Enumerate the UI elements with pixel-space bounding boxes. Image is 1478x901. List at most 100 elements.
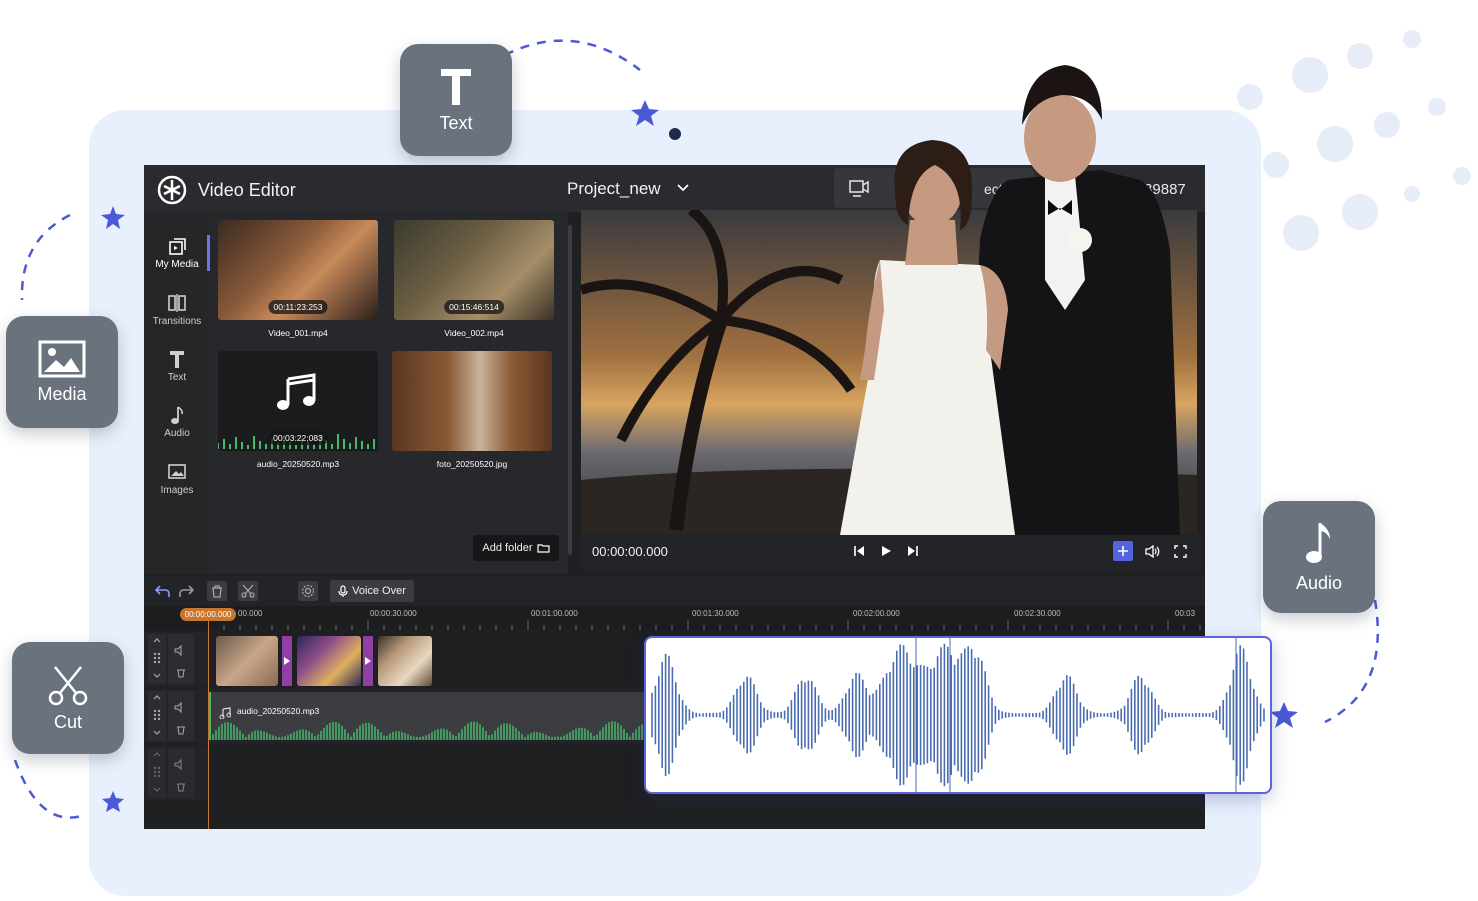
- star-icon: [102, 791, 124, 812]
- video-thumbnail: 00:15:46:514: [394, 220, 554, 320]
- sidebar-item-audio[interactable]: Audio: [144, 405, 210, 439]
- microphone-icon: [338, 584, 348, 597]
- sidebar-item-label: Text: [167, 372, 187, 383]
- track-controls: [148, 748, 194, 798]
- sidebar: My Media Transitions Text Audio Images: [144, 212, 210, 574]
- ruler-ticks: [208, 620, 1201, 630]
- previous-frame-icon[interactable]: [853, 545, 865, 557]
- ruler-label: 00:01:30.000: [692, 609, 739, 618]
- sidebar-item-images[interactable]: Images: [144, 462, 210, 496]
- music-note-icon: [277, 373, 316, 410]
- cut-tile-label: Cut: [53, 711, 82, 732]
- fullscreen-icon[interactable]: [1174, 545, 1187, 558]
- track-controls: [148, 691, 194, 741]
- undo-icon: [155, 585, 170, 597]
- audio-waveform-callout: [644, 636, 1272, 794]
- timeline-ruler[interactable]: 00.000 00:00:30.000 00:01:00.000 00:01:3…: [144, 606, 1205, 630]
- voice-over-button[interactable]: Voice Over: [330, 580, 414, 602]
- scissors-icon: [241, 584, 255, 598]
- image-icon: [38, 340, 86, 377]
- project-name-dropdown[interactable]: Project_new: [567, 179, 661, 199]
- music-note-icon: [1306, 522, 1330, 563]
- sidebar-item-my-media[interactable]: My Media: [144, 236, 210, 270]
- split-button[interactable]: [238, 581, 258, 601]
- app-title: Video Editor: [198, 180, 296, 200]
- transitions-icon: [168, 294, 186, 312]
- plus-icon: [1118, 546, 1128, 556]
- media-item-audio[interactable]: 00:03:22:083 audio_20250520.mp3: [218, 351, 378, 469]
- add-to-timeline-button[interactable]: [1113, 541, 1133, 561]
- add-folder-button[interactable]: Add folder: [473, 535, 559, 561]
- star-icon: [1270, 702, 1298, 728]
- scissors-icon: [48, 665, 88, 705]
- redo-button[interactable]: [176, 581, 196, 601]
- sidebar-item-transitions[interactable]: Transitions: [144, 293, 210, 327]
- ruler-label: 00:00:30.000: [370, 609, 417, 618]
- media-filename: Video_001.mp4: [268, 328, 328, 338]
- ruler-label: 00:03: [1175, 609, 1196, 618]
- image-icon: [168, 464, 186, 479]
- delete-button[interactable]: [207, 581, 227, 601]
- media-duration: 00:15:46:514: [444, 300, 504, 314]
- video-clip[interactable]: [216, 636, 278, 686]
- media-item-video-002[interactable]: 00:15:46:514 Video_002.mp4: [394, 220, 554, 338]
- preview-subject-cutout: [840, 65, 1180, 535]
- text-icon: [170, 351, 184, 368]
- sidebar-item-label: Audio: [164, 428, 190, 439]
- preview-controls: 00:00:00.000: [581, 534, 1201, 570]
- play-icon: [365, 657, 371, 665]
- app-logo-icon: [157, 175, 187, 205]
- trash-icon: [212, 584, 222, 598]
- ruler-label: 00:01:00.000: [531, 609, 578, 618]
- sidebar-item-text[interactable]: Text: [144, 349, 210, 383]
- ruler-label: 00:02:30.000: [1014, 609, 1061, 618]
- star-icon: [631, 100, 659, 126]
- media-item-video-001[interactable]: 00:11:23:253 Video_001.mp4: [218, 220, 378, 338]
- photo-thumbnail: [392, 351, 552, 451]
- playhead-time[interactable]: 00:00:00.000: [180, 608, 236, 621]
- audio-clip[interactable]: audio_20250520.mp3: [209, 692, 651, 740]
- cut-feature-tile: Cut: [12, 642, 124, 754]
- transition-marker[interactable]: [363, 636, 373, 686]
- chevron-down-icon[interactable]: [677, 184, 689, 192]
- video-clip[interactable]: [297, 636, 361, 686]
- video-thumbnail: 00:11:23:253: [218, 220, 378, 320]
- folder-icon: [536, 544, 550, 553]
- media-filename: Video_002.mp4: [444, 328, 504, 338]
- video-clip[interactable]: [378, 636, 432, 686]
- ruler-label: 00:02:00.000: [853, 609, 900, 618]
- audio-tile-label: Audio: [1295, 572, 1343, 593]
- add-folder-label: Add folder: [482, 542, 533, 554]
- track-controls: [148, 634, 194, 684]
- media-library-panel: 00:11:23:253 Video_001.mp4 00:15:46:514 …: [210, 212, 568, 574]
- text-icon: [441, 68, 471, 105]
- undo-button[interactable]: [153, 581, 173, 601]
- play-icon[interactable]: [880, 545, 892, 557]
- large-audio-waveform: [651, 638, 1265, 792]
- media-filename: foto_20250520.jpg: [436, 459, 508, 469]
- sidebar-item-label: Transitions: [152, 316, 202, 327]
- next-frame-icon[interactable]: [907, 545, 919, 557]
- timeline-toolbar: Voice Over: [144, 576, 1205, 606]
- transition-marker[interactable]: [282, 636, 292, 686]
- media-feature-tile: Media: [6, 316, 118, 428]
- media-panel-scrollbar[interactable]: [568, 225, 572, 555]
- audio-thumbnail: 00:03:22:083: [218, 351, 378, 451]
- settings-button[interactable]: [298, 581, 318, 601]
- media-tile-label: Media: [37, 383, 87, 404]
- media-filename: audio_20250520.mp3: [256, 459, 340, 469]
- playhead-line[interactable]: [208, 621, 209, 829]
- sidebar-item-label: Images: [160, 485, 194, 496]
- audio-clip-name: audio_20250520.mp3: [237, 706, 320, 716]
- text-feature-tile: Text: [400, 44, 512, 156]
- voice-over-label: Voice Over: [352, 585, 406, 597]
- media-duration: 00:03:22:083: [268, 431, 328, 445]
- media-duration: 00:11:23:253: [268, 300, 328, 314]
- audio-clip-waveform: [212, 721, 649, 740]
- media-item-photo[interactable]: foto_20250520.jpg: [392, 351, 552, 469]
- volume-icon[interactable]: [1145, 545, 1161, 558]
- ruler-label: 00.000: [238, 609, 263, 618]
- play-icon: [284, 657, 290, 665]
- gear-icon: [301, 584, 315, 598]
- media-stack-icon: [169, 238, 186, 255]
